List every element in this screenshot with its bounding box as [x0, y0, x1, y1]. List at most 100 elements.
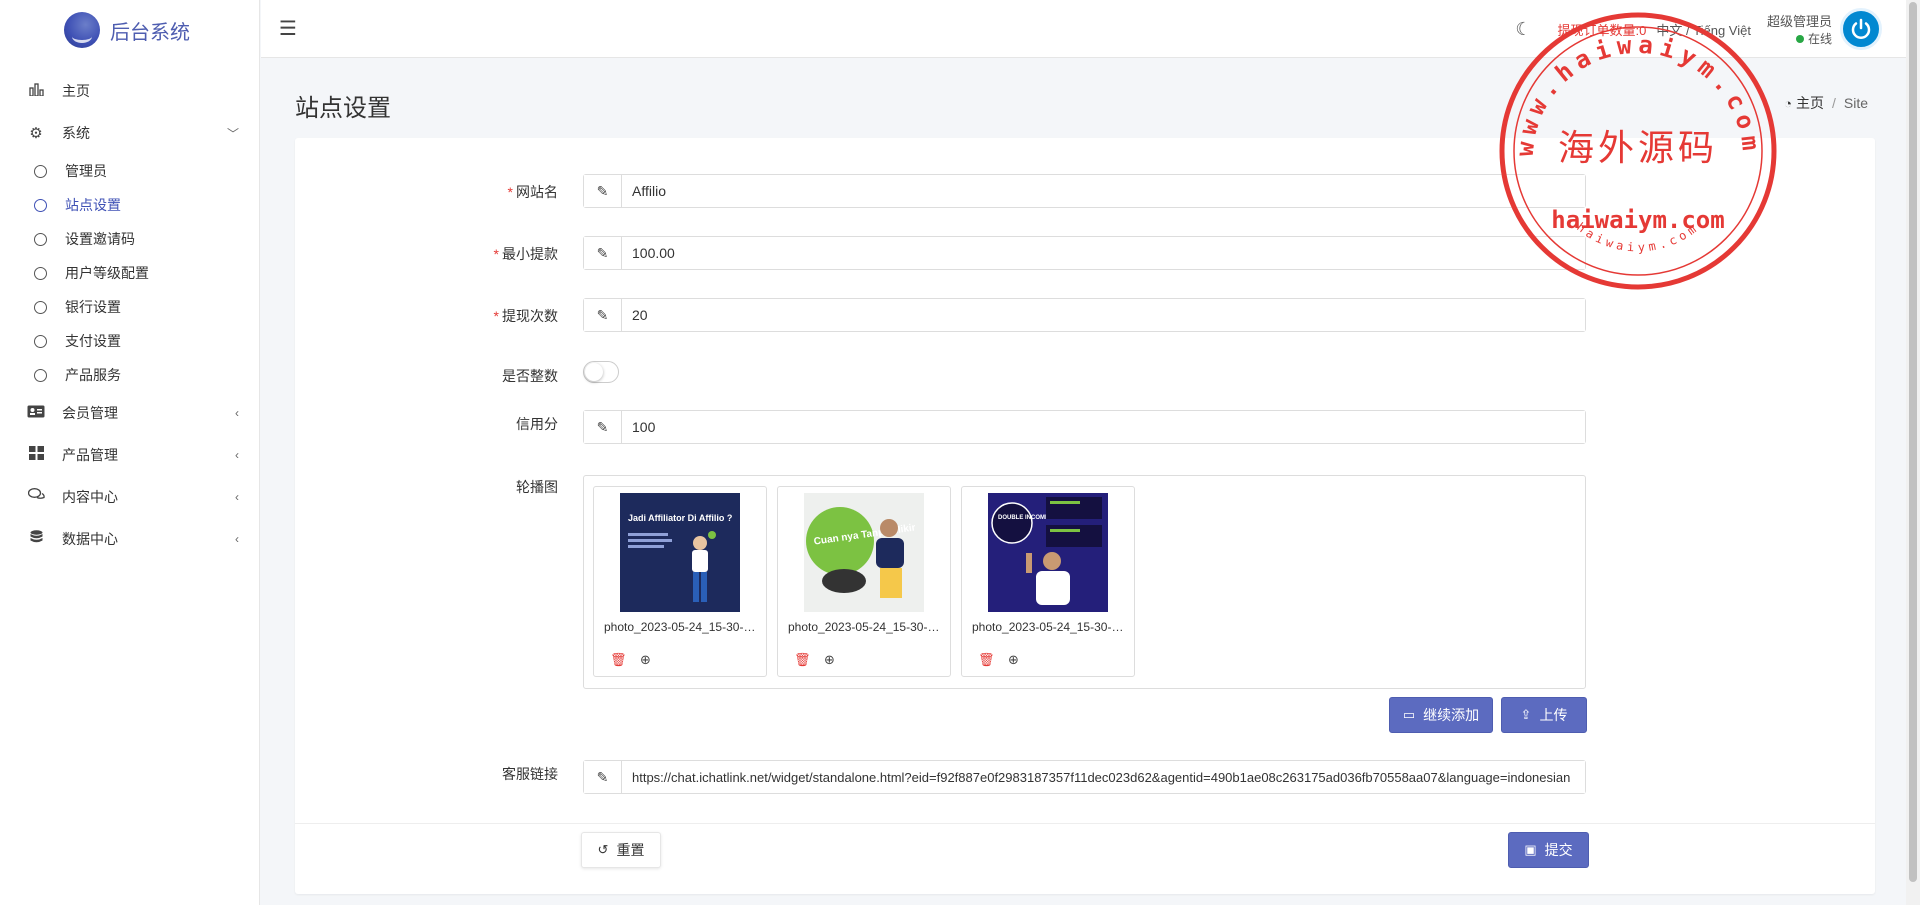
zoom-in-icon[interactable]: ⊕ — [640, 652, 651, 668]
image-1-title: Jadi Affiliator Di Affilio ? — [628, 513, 732, 523]
form-footer-divider — [295, 823, 1875, 824]
sidebar-subitem-payment[interactable]: 支付设置 — [0, 324, 259, 358]
credit-score-input[interactable] — [622, 411, 1585, 443]
sidebar-item-data[interactable]: 数据中心 ‹ — [0, 518, 259, 560]
integer-only-label: 是否整数 — [502, 368, 558, 384]
circle-icon — [34, 266, 47, 280]
avatar[interactable] — [1840, 8, 1882, 50]
circle-icon — [34, 368, 47, 382]
sidebar-subitem-user-level[interactable]: 用户等级配置 — [0, 256, 259, 290]
sidebar-subitem-invite-code[interactable]: 设置邀请码 — [0, 222, 259, 256]
reset-button[interactable]: ↺ 重置 — [581, 832, 661, 868]
carousel-label: 轮播图 — [516, 479, 558, 495]
sidebar-item-label: 主页 — [62, 83, 90, 99]
toggle-knob — [585, 363, 603, 381]
sidebar-subitem-bank[interactable]: 银行设置 — [0, 290, 259, 324]
withdraw-times-input[interactable] — [622, 299, 1585, 331]
carousel-image-card: Cuan nya Tanpa Mikir photo_2023-05-24_15… — [777, 486, 951, 677]
sidebar-subitem-label: 用户等级配置 — [65, 265, 149, 281]
carousel-image-preview: Jadi Affiliator Di Affilio ? — [620, 493, 740, 612]
breadcrumb-current: Site — [1843, 95, 1868, 111]
sidebar-item-members[interactable]: 会员管理 ‹ — [0, 392, 259, 434]
sidebar-subitem-product-service[interactable]: 产品服务 — [0, 358, 259, 392]
sidebar-item-system[interactable]: ⚙ 系统 ﹀ — [0, 112, 259, 154]
trash-icon[interactable]: 🗑 — [978, 652, 995, 668]
trash-icon[interactable]: 🗑 — [610, 652, 627, 668]
zoom-in-icon[interactable]: ⊕ — [1008, 652, 1019, 668]
carousel-image-preview: DOUBLE INCOME AFFILIO — [988, 493, 1108, 612]
service-link-input[interactable] — [622, 761, 1585, 793]
min-withdraw-input[interactable] — [622, 237, 1585, 269]
site-name-input-group: ✎ — [583, 174, 1586, 208]
user-status: 在线 — [1767, 30, 1832, 47]
integer-only-toggle[interactable] — [583, 361, 619, 383]
sidebar-nav: 主页 ⚙ 系统 ﹀ 管理员 站点设置 设置邀请码 用户等级配置 银行设置 支付设… — [0, 60, 259, 560]
sidebar-item-home[interactable]: 主页 — [0, 70, 259, 112]
required-mark: * — [493, 308, 499, 324]
withdraw-times-label-text: 提现次数 — [502, 308, 558, 324]
circle-icon — [34, 334, 47, 348]
sidebar-item-label: 内容中心 — [62, 489, 118, 505]
sidebar-subitem-label: 站点设置 — [65, 197, 121, 213]
sidebar: 后台系统 主页 ⚙ 系统 ﹀ 管理员 站点设置 设置邀请码 用户等级配置 银行设… — [0, 0, 260, 905]
zoom-in-icon[interactable]: ⊕ — [824, 652, 835, 668]
site-name-label-text: 网站名 — [516, 184, 558, 200]
breadcrumb-separator: / — [1831, 95, 1836, 111]
sidebar-item-products[interactable]: 产品管理 ‹ — [0, 434, 259, 476]
breadcrumb: ◔ 主页 / Site — [1784, 93, 1868, 113]
submit-label: 提交 — [1544, 842, 1573, 858]
user-info[interactable]: 超级管理员 在线 — [1767, 11, 1832, 47]
chevron-left-icon: ‹ — [235, 406, 239, 420]
breadcrumb-home[interactable]: 主页 — [1796, 93, 1824, 113]
sidebar-subitem-label: 支付设置 — [65, 333, 121, 349]
topbar: ☰ ☾ 提现订单数量:0 中文 / Tiếng Việt 超级管理员 在线 — [261, 0, 1920, 58]
site-name-label: * 网站名 — [358, 182, 558, 202]
undo-icon: ↺ — [597, 842, 609, 857]
language-switch[interactable]: 中文 / Tiếng Việt — [1656, 20, 1751, 39]
withdraw-order-count[interactable]: 提现订单数量:0 — [1557, 20, 1646, 39]
pencil-icon: ✎ — [584, 175, 622, 207]
save-icon: ▣ — [1524, 842, 1537, 857]
submit-button[interactable]: ▣ 提交 — [1508, 832, 1589, 868]
carousel-uploader: Jadi Affiliator Di Affilio ? photo_2023-… — [583, 475, 1586, 689]
upload-button[interactable]: ⇪ 上传 — [1501, 697, 1587, 733]
withdraw-times-input-group: ✎ — [583, 298, 1586, 332]
folder-icon: ▭ — [1402, 707, 1416, 722]
chevron-left-icon: ‹ — [235, 448, 239, 462]
sidebar-item-label: 产品管理 — [62, 447, 118, 463]
menu-toggle-icon[interactable]: ☰ — [279, 16, 297, 41]
brand-name: 后台系统 — [110, 21, 190, 44]
page-scrollbar[interactable] — [1906, 0, 1920, 905]
trash-icon[interactable]: 🗑 — [794, 652, 811, 668]
service-link-input-group: ✎ — [583, 760, 1586, 794]
brand[interactable]: 后台系统 — [0, 0, 259, 60]
chevron-down-icon: ﹀ — [226, 126, 239, 141]
upload-label: 上传 — [1539, 707, 1568, 723]
pencil-icon: ✎ — [584, 411, 622, 443]
sidebar-subitem-admin[interactable]: 管理员 — [0, 154, 259, 188]
sidebar-item-label: 系统 — [62, 125, 90, 141]
credit-score-label: 信用分 — [516, 416, 558, 432]
pencil-icon: ✎ — [584, 299, 622, 331]
comments-icon — [26, 488, 46, 506]
carousel-image-card: DOUBLE INCOME AFFILIO photo_2023-05-24_1… — [961, 486, 1135, 677]
add-more-images-button[interactable]: ▭ 继续添加 — [1389, 697, 1493, 733]
sidebar-subitem-site-settings[interactable]: 站点设置 — [0, 188, 259, 222]
withdraw-times-label: * 提现次数 — [358, 306, 558, 326]
circle-icon — [34, 198, 47, 212]
min-withdraw-label: * 最小提款 — [358, 244, 558, 264]
sidebar-subitem-label: 产品服务 — [65, 367, 121, 383]
upload-icon: ⇪ — [1520, 707, 1532, 722]
database-icon — [26, 529, 46, 549]
online-dot-icon — [1795, 34, 1804, 43]
site-name-input[interactable] — [622, 175, 1585, 207]
carousel-image-filename: photo_2023-05-24_15-30-35.jpg — [972, 620, 1128, 634]
sidebar-item-content[interactable]: 内容中心 ‹ — [0, 476, 259, 518]
dark-mode-moon-icon[interactable]: ☾ — [1515, 19, 1531, 40]
scrollbar-thumb[interactable] — [1909, 2, 1917, 882]
credit-score-input-group: ✎ — [583, 410, 1586, 444]
sidebar-subitem-label: 设置邀请码 — [65, 231, 135, 247]
required-mark: * — [493, 246, 499, 262]
pencil-icon: ✎ — [584, 237, 622, 269]
power-icon — [1851, 18, 1871, 39]
